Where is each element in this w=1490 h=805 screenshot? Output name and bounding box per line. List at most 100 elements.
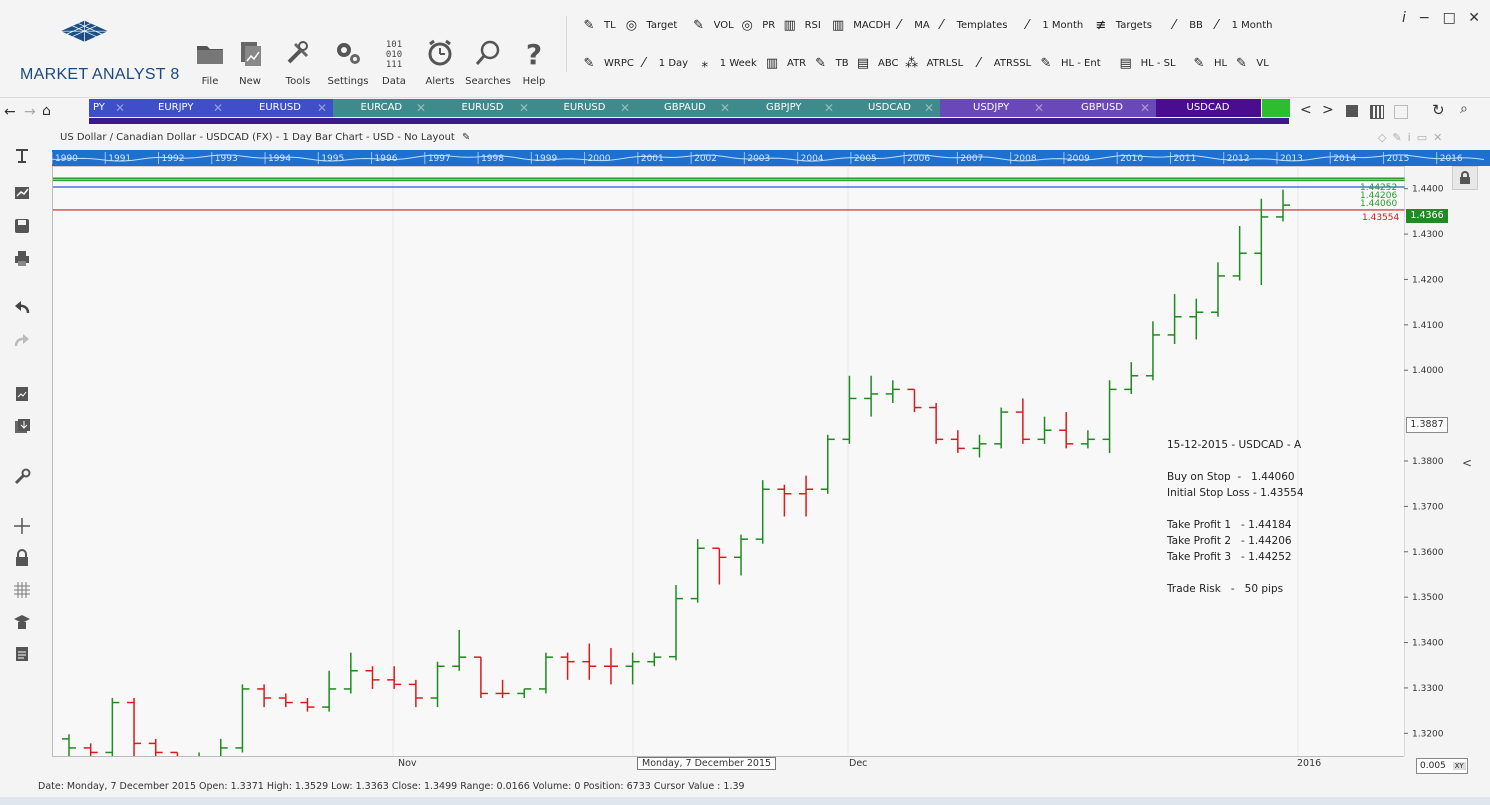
tab-eurcad-3[interactable]: EURCAD ✕ (333, 99, 432, 117)
crosshair-icon[interactable] (10, 514, 34, 538)
wrench-icon[interactable] (10, 464, 34, 488)
tab-next-icon[interactable]: > (1322, 102, 1334, 118)
new-tab-button[interactable] (1262, 99, 1290, 117)
panel-icon[interactable] (1394, 105, 1408, 119)
info-icon[interactable]: i (1402, 10, 1406, 26)
tb2-button-0[interactable]: ✎ WRPC (578, 50, 634, 76)
tab-close-icon[interactable]: ✕ (1140, 99, 1150, 117)
chart-open-icon[interactable] (10, 180, 34, 204)
tb2-button-9[interactable]: ▤ HL - SL (1115, 50, 1175, 76)
tab-eurusd-5[interactable]: EURUSD ✕ (535, 99, 636, 117)
tab-usdcad-11[interactable]: USDCAD (1156, 99, 1261, 117)
tab-gbpjpy-7[interactable]: GBPJPY ✕ (736, 99, 840, 117)
undo-icon[interactable] (10, 296, 34, 320)
tb1-button-4[interactable]: ▥ RSI (779, 12, 820, 38)
tb2-button-2[interactable]: ⁎ 1 Week (694, 50, 757, 76)
import-chart-icon[interactable] (10, 414, 34, 438)
lock-icon[interactable] (10, 546, 34, 570)
tb1-button-9[interactable]: ≢ Targets (1090, 12, 1152, 38)
tab-close-icon[interactable]: ✕ (1034, 99, 1044, 117)
save-icon[interactable] (10, 214, 34, 238)
tab-close-icon[interactable]: ✕ (824, 99, 834, 117)
tb1-button-8[interactable]: ⁄ 1 Month (1016, 12, 1083, 38)
tb1-button-7[interactable]: ⁄ Templates (931, 12, 1008, 38)
tab-close-icon[interactable]: ✕ (924, 99, 934, 117)
layout-icon[interactable] (1346, 105, 1358, 117)
search-icon[interactable]: ⌕ (1460, 101, 1468, 117)
data-button[interactable]: 101 010 111 Data (374, 36, 414, 92)
alerts-button[interactable]: Alerts (420, 36, 460, 92)
tab-eurusd-2[interactable]: EURUSD ✕ (229, 99, 333, 117)
chart-lock-icon[interactable] (1452, 166, 1478, 190)
file-button[interactable]: File (190, 36, 230, 92)
tab-usdjpy-9[interactable]: USDJPY ✕ (940, 99, 1050, 117)
tab-prev-icon[interactable]: < (1300, 102, 1312, 118)
tab-close-icon[interactable]: ✕ (720, 99, 730, 117)
close-button[interactable]: ✕ (1468, 10, 1480, 26)
tb2-button-11[interactable]: ✎ VL (1230, 50, 1269, 76)
tb1-button-3[interactable]: ◎ PR (736, 12, 776, 38)
ohlc-bar (1167, 294, 1182, 344)
text-tool-icon[interactable] (10, 144, 34, 168)
new-button[interactable]: New (230, 36, 270, 92)
tab-eurjpy-1[interactable]: EURJPY ✕ (131, 99, 229, 117)
ohlc-bar (300, 698, 315, 712)
target-price-labels: 1.44252 1.44206 1.44060 (1360, 184, 1397, 209)
tab-usdcad-8[interactable]: USDCAD ✕ (840, 99, 940, 117)
trade-note-line: Take Profit 1 - 1.44184 (1167, 519, 1292, 531)
tb2-button-4[interactable]: ✎ TB (810, 50, 848, 76)
zoom-step-field[interactable]: 0.005 XY (1416, 758, 1468, 774)
chart-doc-icon[interactable] (10, 382, 34, 406)
collapse-panel-icon[interactable]: < (1462, 456, 1472, 470)
tb2-button-8[interactable]: ✎ HL - Ent (1035, 50, 1101, 76)
tab-close-icon[interactable]: ✕ (317, 99, 327, 117)
education-icon[interactable] (10, 610, 34, 634)
tab-eurusd-4[interactable]: EURUSD ✕ (432, 99, 535, 117)
tb2-button-6[interactable]: ⁂ ATRLSL (901, 50, 963, 76)
searches-button[interactable]: Searches (464, 36, 512, 92)
home-icon[interactable]: ⌂ (42, 103, 51, 119)
refresh-icon[interactable]: ↻ (1432, 101, 1445, 119)
tb2-button-3[interactable]: ▥ ATR (761, 50, 806, 76)
maximize-button[interactable]: □ (1443, 10, 1456, 26)
tab-close-icon[interactable]: ✕ (416, 99, 426, 117)
forward-arrow-icon[interactable]: → (24, 104, 36, 120)
timeline-year-label: 1995 (321, 154, 344, 164)
tab-close-icon[interactable]: ✕ (519, 99, 529, 117)
print-icon[interactable] (10, 246, 34, 270)
tab-gbpaud-6[interactable]: GBPAUD ✕ (636, 99, 736, 117)
chart-window-controls[interactable]: ◇✎i▭✕ (1378, 131, 1448, 144)
tab-py-0[interactable]: PY ✕ (89, 99, 131, 117)
magnifier-icon (475, 40, 500, 65)
tb1-button-5[interactable]: ▥ MACDH (827, 12, 891, 38)
edit-pencil-icon[interactable]: ✎ (462, 132, 470, 143)
back-arrow-icon[interactable]: ← (4, 104, 16, 120)
tb2-button-5[interactable]: ▤ ABC (852, 50, 899, 76)
tb2-button-7[interactable]: ⁄ ATRSSL (968, 50, 1031, 76)
price-axis[interactable]: 1.4400 1.4300 1.4200 1.4100 1.4000 1.3800 1.37… (1404, 166, 1454, 756)
trade-plan-note[interactable]: 15-12-2015 - USDCAD - A Buy on Stop - 1.… (1167, 437, 1304, 597)
tb1-button-2[interactable]: ✎ VOL (688, 12, 734, 38)
tab-close-icon[interactable]: ✕ (115, 99, 125, 117)
tb1-button-10[interactable]: ⁄ BB (1163, 12, 1203, 38)
tb1-button-1[interactable]: ◎ Target (620, 12, 678, 38)
report-icon[interactable] (10, 642, 34, 666)
tb2-button-1[interactable]: ⁄ 1 Day (633, 50, 688, 76)
xy-icon[interactable]: XY (1452, 762, 1466, 770)
tab-close-icon[interactable]: ✕ (620, 99, 630, 117)
grid-icon[interactable] (1370, 105, 1384, 119)
minimize-button[interactable]: − (1418, 10, 1430, 26)
help-button[interactable]: ? Help (514, 36, 554, 92)
tb1-button-0[interactable]: ✎ TL (578, 12, 616, 38)
wrpc-tool-icon: ✎ (583, 55, 595, 71)
grid-lines-icon[interactable] (10, 578, 34, 602)
tb1-button-11[interactable]: ⁄ 1 Month (1206, 12, 1273, 38)
redo-icon[interactable] (10, 329, 34, 353)
tb1-button-6[interactable]: ⁄ MA (888, 12, 930, 38)
tab-gbpusd-10[interactable]: GBPUSD ✕ (1050, 99, 1156, 117)
settings-button[interactable]: Settings (326, 36, 370, 92)
tb2-button-10[interactable]: ✎ HL (1188, 50, 1228, 76)
tab-close-icon[interactable]: ✕ (213, 99, 223, 117)
timeline-navigator[interactable]: 1990 1991 1992 1993 1994 1995 1996 1997 1998 1999… (52, 150, 1490, 166)
tools-button[interactable]: Tools (278, 36, 318, 92)
